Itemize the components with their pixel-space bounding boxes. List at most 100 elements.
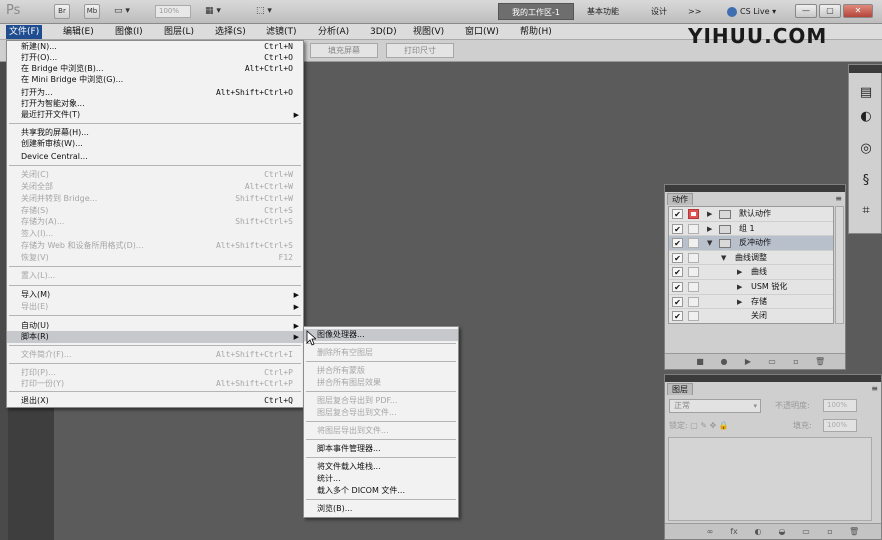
dialog-toggle-icon[interactable] [688, 238, 699, 249]
dialog-toggle-icon[interactable] [688, 267, 699, 278]
checkmark-icon[interactable]: ✔ [672, 296, 683, 307]
submenu-item-load-dicom[interactable]: 载入多个 DICOM 文件... [304, 485, 458, 497]
menu-file[interactable]: 文件(F) [6, 25, 43, 39]
checkmark-icon[interactable]: ✔ [672, 209, 683, 219]
action-step-row[interactable]: ✔ ▶ 存储 [669, 295, 833, 310]
workspace-essentials[interactable]: 基本功能 [587, 3, 619, 20]
histogram-icon[interactable]: ▤ [858, 85, 874, 101]
tab-actions[interactable]: 动作 [667, 193, 693, 205]
menu-filter[interactable]: 滤镜(T) [263, 25, 300, 39]
opacity-label: 不透明度: [775, 401, 810, 410]
actions-scrollbar[interactable] [835, 206, 844, 324]
menu-help[interactable]: 帮助(H) [517, 25, 555, 39]
link-icon[interactable]: ∞ [705, 527, 715, 536]
opacity-field[interactable]: 100% [823, 399, 857, 412]
play-icon[interactable]: ▶ [743, 357, 753, 366]
menu-edit[interactable]: 编辑(E) [60, 25, 97, 39]
expand-triangle-icon[interactable]: ▶ [707, 223, 712, 235]
submenu-item-statistics[interactable]: 统计... [304, 473, 458, 485]
view-extras-dropdown[interactable]: ▭ ▾ [114, 4, 130, 19]
panel-menu-icon[interactable]: ≡ [871, 383, 878, 395]
submenu-item-browse[interactable]: 浏览(B)... [304, 503, 458, 515]
action-row[interactable]: ✔ ▼ 曲线调整 [669, 251, 833, 266]
trash-icon[interactable]: 🗑 [849, 527, 859, 536]
dialog-toggle-icon[interactable] [688, 296, 699, 307]
submenu-item-load-files-into-stack[interactable]: 将文件载入堆栈... [304, 461, 458, 473]
menu-item-device-central[interactable]: Device Central... [7, 151, 303, 163]
collapse-triangle-icon[interactable]: ▼ [707, 237, 712, 249]
minimize-button[interactable]: — [795, 4, 817, 18]
new-set-icon[interactable]: ▭ [767, 357, 777, 366]
menu-view[interactable]: 视图(V) [410, 25, 447, 39]
close-window-button[interactable]: ✕ [843, 4, 873, 18]
expand-triangle-icon[interactable]: ▶ [707, 208, 712, 220]
adjustment-layer-icon[interactable]: ◒ [777, 527, 787, 536]
expand-triangle-icon[interactable]: ▶ [737, 296, 742, 308]
checkmark-icon[interactable]: ✔ [672, 238, 683, 249]
menu-image[interactable]: 图像(I) [112, 25, 146, 39]
masks-icon[interactable]: ◎ [858, 141, 874, 157]
action-set-row[interactable]: ✔ ▼ 反冲动作 [669, 236, 833, 251]
record-icon[interactable]: ● [719, 357, 729, 366]
maximize-button[interactable]: ▢ [819, 4, 841, 18]
dialog-toggle-icon[interactable] [688, 282, 699, 292]
menu-separator [9, 165, 301, 166]
submenu-item-image-processor[interactable]: 图像处理器... [304, 329, 458, 341]
menu-layer[interactable]: 图层(L) [161, 25, 197, 39]
menu-3d[interactable]: 3D(D) [367, 25, 400, 39]
dialog-toggle-icon[interactable] [688, 209, 699, 219]
menu-item-new-review[interactable]: 创建新审核(W)... [7, 138, 303, 150]
workspace-design[interactable]: 设计 [651, 3, 667, 20]
clone-source-icon[interactable]: § [858, 173, 874, 189]
menu-item-scripts[interactable]: 脚本(R) ▶ [7, 331, 303, 343]
dialog-toggle-icon[interactable] [688, 311, 699, 322]
menu-select[interactable]: 选择(S) [212, 25, 249, 39]
submenu-item-script-events-manager[interactable]: 脚本事件管理器... [304, 443, 458, 455]
checkmark-icon[interactable]: ✔ [672, 252, 683, 263]
panel-menu-icon[interactable]: ≡ [835, 193, 842, 205]
new-action-icon[interactable]: ▫ [791, 357, 801, 366]
menu-item-exit[interactable]: 退出(X) Ctrl+Q [7, 395, 303, 407]
new-layer-icon[interactable]: ▫ [825, 527, 835, 536]
zoom-level-field[interactable]: 100% [155, 5, 191, 18]
mask-icon[interactable]: ◐ [753, 527, 763, 536]
workspace-more[interactable]: >> [688, 3, 701, 20]
transform-icon[interactable]: ⌗ [858, 203, 874, 219]
menu-analysis[interactable]: 分析(A) [315, 25, 352, 39]
fill-screen-button[interactable]: 填充屏幕 [310, 43, 378, 58]
trash-icon[interactable]: 🗑 [815, 357, 825, 366]
tab-layers[interactable]: 图层 [667, 383, 693, 395]
action-set-row[interactable]: ✔ ▶ 组 1 [669, 222, 833, 237]
cs-live-button[interactable]: CS Live ▾ [727, 5, 776, 19]
checkmark-icon[interactable]: ✔ [672, 267, 683, 278]
workspace-active-button[interactable]: 我的工作区-1 [498, 3, 574, 20]
menu-item-import[interactable]: 导入(M) ▶ [7, 289, 303, 301]
checkmark-icon[interactable]: ✔ [672, 282, 683, 292]
action-step-row[interactable]: ✔ 关闭 [669, 309, 833, 324]
adjustments-icon[interactable]: ◐ [858, 109, 874, 125]
dialog-toggle-icon[interactable] [688, 223, 699, 234]
fx-icon[interactable]: fx [729, 527, 739, 536]
dialog-toggle-icon[interactable] [688, 252, 699, 263]
blend-mode-select[interactable]: 正常 ▾ [669, 399, 761, 413]
action-set-row[interactable]: ✔ ▶ 默认动作 [669, 207, 833, 222]
bridge-button[interactable]: Br [54, 4, 70, 19]
fill-field[interactable]: 100% [823, 419, 857, 432]
action-step-row[interactable]: ✔ ▶ 曲线 [669, 265, 833, 280]
action-step-row[interactable]: ✔ ▶ USM 锐化 [669, 280, 833, 295]
collapse-triangle-icon[interactable]: ▼ [721, 252, 726, 264]
lock-icons[interactable]: ▢ ✎ ✥ 🔒 [690, 421, 729, 430]
menu-item-browse-mini-bridge[interactable]: 在 Mini Bridge 中浏览(G)... [7, 74, 303, 86]
mini-bridge-button[interactable]: Mb [84, 4, 100, 19]
screen-mode-dropdown[interactable]: ⬚ ▾ [256, 4, 272, 19]
expand-triangle-icon[interactable]: ▶ [737, 281, 742, 293]
expand-triangle-icon[interactable]: ▶ [737, 266, 742, 278]
print-size-button[interactable]: 打印尺寸 [386, 43, 454, 58]
menu-window[interactable]: 窗口(W) [462, 25, 502, 39]
arrange-documents-dropdown[interactable]: ▦ ▾ [205, 4, 221, 19]
checkmark-icon[interactable]: ✔ [672, 311, 683, 322]
group-icon[interactable]: ▭ [801, 527, 811, 536]
stop-icon[interactable]: ■ [695, 357, 705, 366]
menu-item-recent-files[interactable]: 最近打开文件(T) ▶ [7, 109, 303, 121]
checkmark-icon[interactable]: ✔ [672, 223, 683, 234]
